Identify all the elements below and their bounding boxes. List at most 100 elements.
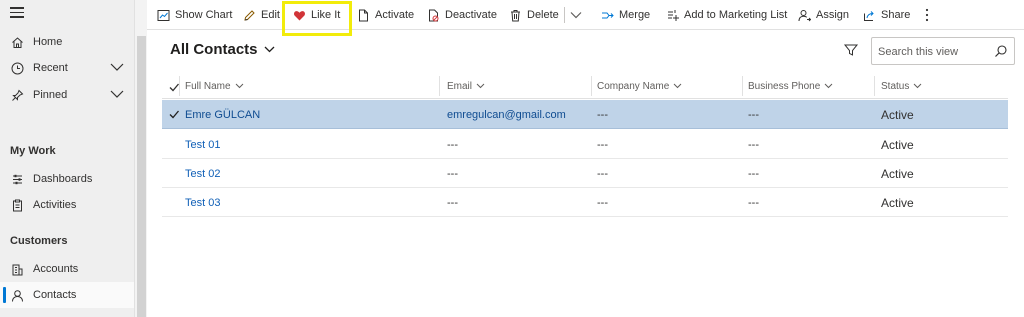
grid-header: Full Name Email Company Name Business Ph… — [162, 73, 1008, 99]
chevron-down-icon — [235, 83, 243, 89]
add-to-marketing-list-button[interactable]: Add to Marketing List — [665, 0, 787, 30]
search-input[interactable] — [878, 44, 988, 60]
sidebar-item-label: Activities — [33, 199, 77, 211]
filter-icon[interactable] — [843, 42, 859, 58]
cell-business-phone: --- — [748, 167, 759, 180]
sidebar-item-contacts[interactable]: Contacts — [0, 282, 134, 308]
cell-full-name[interactable]: Test 02 — [185, 159, 220, 188]
sidebar-item-recent[interactable]: Recent — [0, 55, 134, 81]
cell-status: Active — [881, 195, 914, 210]
column-divider — [874, 76, 875, 96]
column-divider — [439, 76, 440, 96]
sidebar-item-activities[interactable]: Activities — [0, 192, 134, 218]
column-divider — [591, 76, 592, 96]
column-header-company-name[interactable]: Company Name — [597, 73, 682, 99]
home-icon — [10, 35, 24, 49]
chevron-down-icon — [476, 83, 485, 89]
more-commands-button[interactable] — [925, 0, 929, 30]
delete-button[interactable]: Delete — [508, 0, 559, 30]
chevron-down-icon — [264, 46, 274, 53]
show-chart-button[interactable]: Show Chart — [156, 0, 232, 30]
activate-button[interactable]: Activate — [356, 0, 414, 30]
dashboard-icon — [10, 172, 24, 186]
column-divider — [742, 76, 743, 96]
person-icon — [10, 288, 24, 302]
share-button[interactable]: Share — [862, 0, 910, 30]
sidebar-item-label: Dashboards — [33, 173, 93, 185]
cell-email: --- — [447, 167, 458, 180]
search-box — [871, 37, 1015, 65]
pin-icon — [10, 88, 24, 102]
cell-business-phone: --- — [748, 196, 759, 209]
page-title: All Contacts — [170, 41, 258, 58]
chevron-down-icon — [824, 83, 833, 89]
pencil-icon — [242, 8, 256, 22]
cell-status: Active — [881, 107, 914, 122]
like-it-button[interactable]: Like It — [292, 0, 340, 30]
table-row[interactable]: Test 02 --- --- --- Active — [162, 159, 1008, 188]
more-delete-options-button[interactable] — [570, 0, 582, 30]
view-selector[interactable]: All Contacts — [170, 41, 275, 58]
column-header-full-name[interactable]: Full Name — [185, 73, 244, 99]
section-title-customers: Customers — [10, 235, 68, 247]
column-header-status[interactable]: Status — [881, 73, 922, 99]
cell-company-name: --- — [597, 196, 608, 209]
column-header-email[interactable]: Email — [447, 73, 485, 99]
sidebar-item-label: Accounts — [33, 263, 79, 275]
sidebar-item-label: Pinned — [33, 89, 68, 101]
trash-icon — [508, 8, 522, 22]
more-vertical-icon — [925, 8, 929, 22]
sidebar-item-accounts[interactable]: Accounts — [0, 256, 134, 282]
merge-icon — [600, 8, 614, 22]
chevron-down-icon — [914, 83, 922, 89]
cell-status: Active — [881, 166, 914, 181]
clipboard-icon — [10, 198, 24, 212]
chevron-down-icon[interactable] — [110, 89, 124, 99]
chevron-down-icon — [570, 12, 582, 19]
cell-company-name: --- — [597, 167, 608, 180]
sidebar-item-pinned[interactable]: Pinned — [0, 82, 134, 108]
table-row[interactable]: Emre GÜLCAN emregulcan@gmail.com --- ---… — [162, 100, 1008, 129]
sidebar-item-label: Recent — [33, 62, 68, 74]
selected-indicator — [3, 287, 6, 303]
heart-icon — [292, 8, 306, 22]
person-assign-icon — [797, 8, 811, 22]
merge-button[interactable]: Merge — [600, 0, 650, 30]
sidebar-item-dashboards[interactable]: Dashboards — [0, 166, 134, 192]
cell-email: --- — [447, 196, 458, 209]
hamburger-menu-icon[interactable] — [10, 7, 24, 19]
deactivate-button[interactable]: Deactivate — [426, 0, 497, 30]
row-checkbox[interactable] — [168, 108, 180, 120]
sidebar-item-label: Contacts — [33, 289, 77, 301]
cell-business-phone: --- — [748, 108, 759, 121]
section-title-my-work: My Work — [10, 145, 56, 157]
document-icon — [356, 8, 370, 22]
add-list-icon — [665, 8, 679, 22]
column-divider — [179, 76, 180, 96]
chart-icon — [156, 8, 170, 22]
cell-full-name[interactable]: Test 03 — [185, 188, 220, 217]
cell-full-name[interactable]: Emre GÜLCAN — [185, 100, 260, 129]
cell-company-name: --- — [597, 138, 608, 151]
chevron-down-icon — [673, 83, 682, 89]
search-icon[interactable] — [994, 44, 1008, 58]
table-row[interactable]: Test 01 --- --- --- Active — [162, 130, 1008, 159]
command-separator — [564, 7, 565, 23]
column-header-business-phone[interactable]: Business Phone — [748, 73, 833, 99]
clock-icon — [10, 61, 24, 75]
sidebar-scrollbar[interactable] — [134, 0, 147, 317]
sidebar-item-home[interactable]: Home — [0, 29, 134, 55]
document-block-icon — [426, 8, 440, 22]
sidebar-item-label: Home — [33, 36, 63, 48]
assign-button[interactable]: Assign — [797, 0, 849, 30]
app-window: Home Recent Pinned My Work Dashboards Ac… — [0, 0, 1024, 317]
cell-business-phone: --- — [748, 138, 759, 151]
cell-full-name[interactable]: Test 01 — [185, 130, 220, 159]
table-row[interactable]: Test 03 --- --- --- Active — [162, 188, 1008, 217]
sidebar: Home Recent Pinned My Work Dashboards Ac… — [0, 0, 134, 317]
cell-status: Active — [881, 137, 914, 152]
chevron-down-icon[interactable] — [110, 62, 124, 72]
scrollbar-thumb[interactable] — [137, 36, 146, 317]
cell-email[interactable]: emregulcan@gmail.com — [447, 100, 566, 129]
edit-button[interactable]: Edit — [242, 0, 280, 30]
